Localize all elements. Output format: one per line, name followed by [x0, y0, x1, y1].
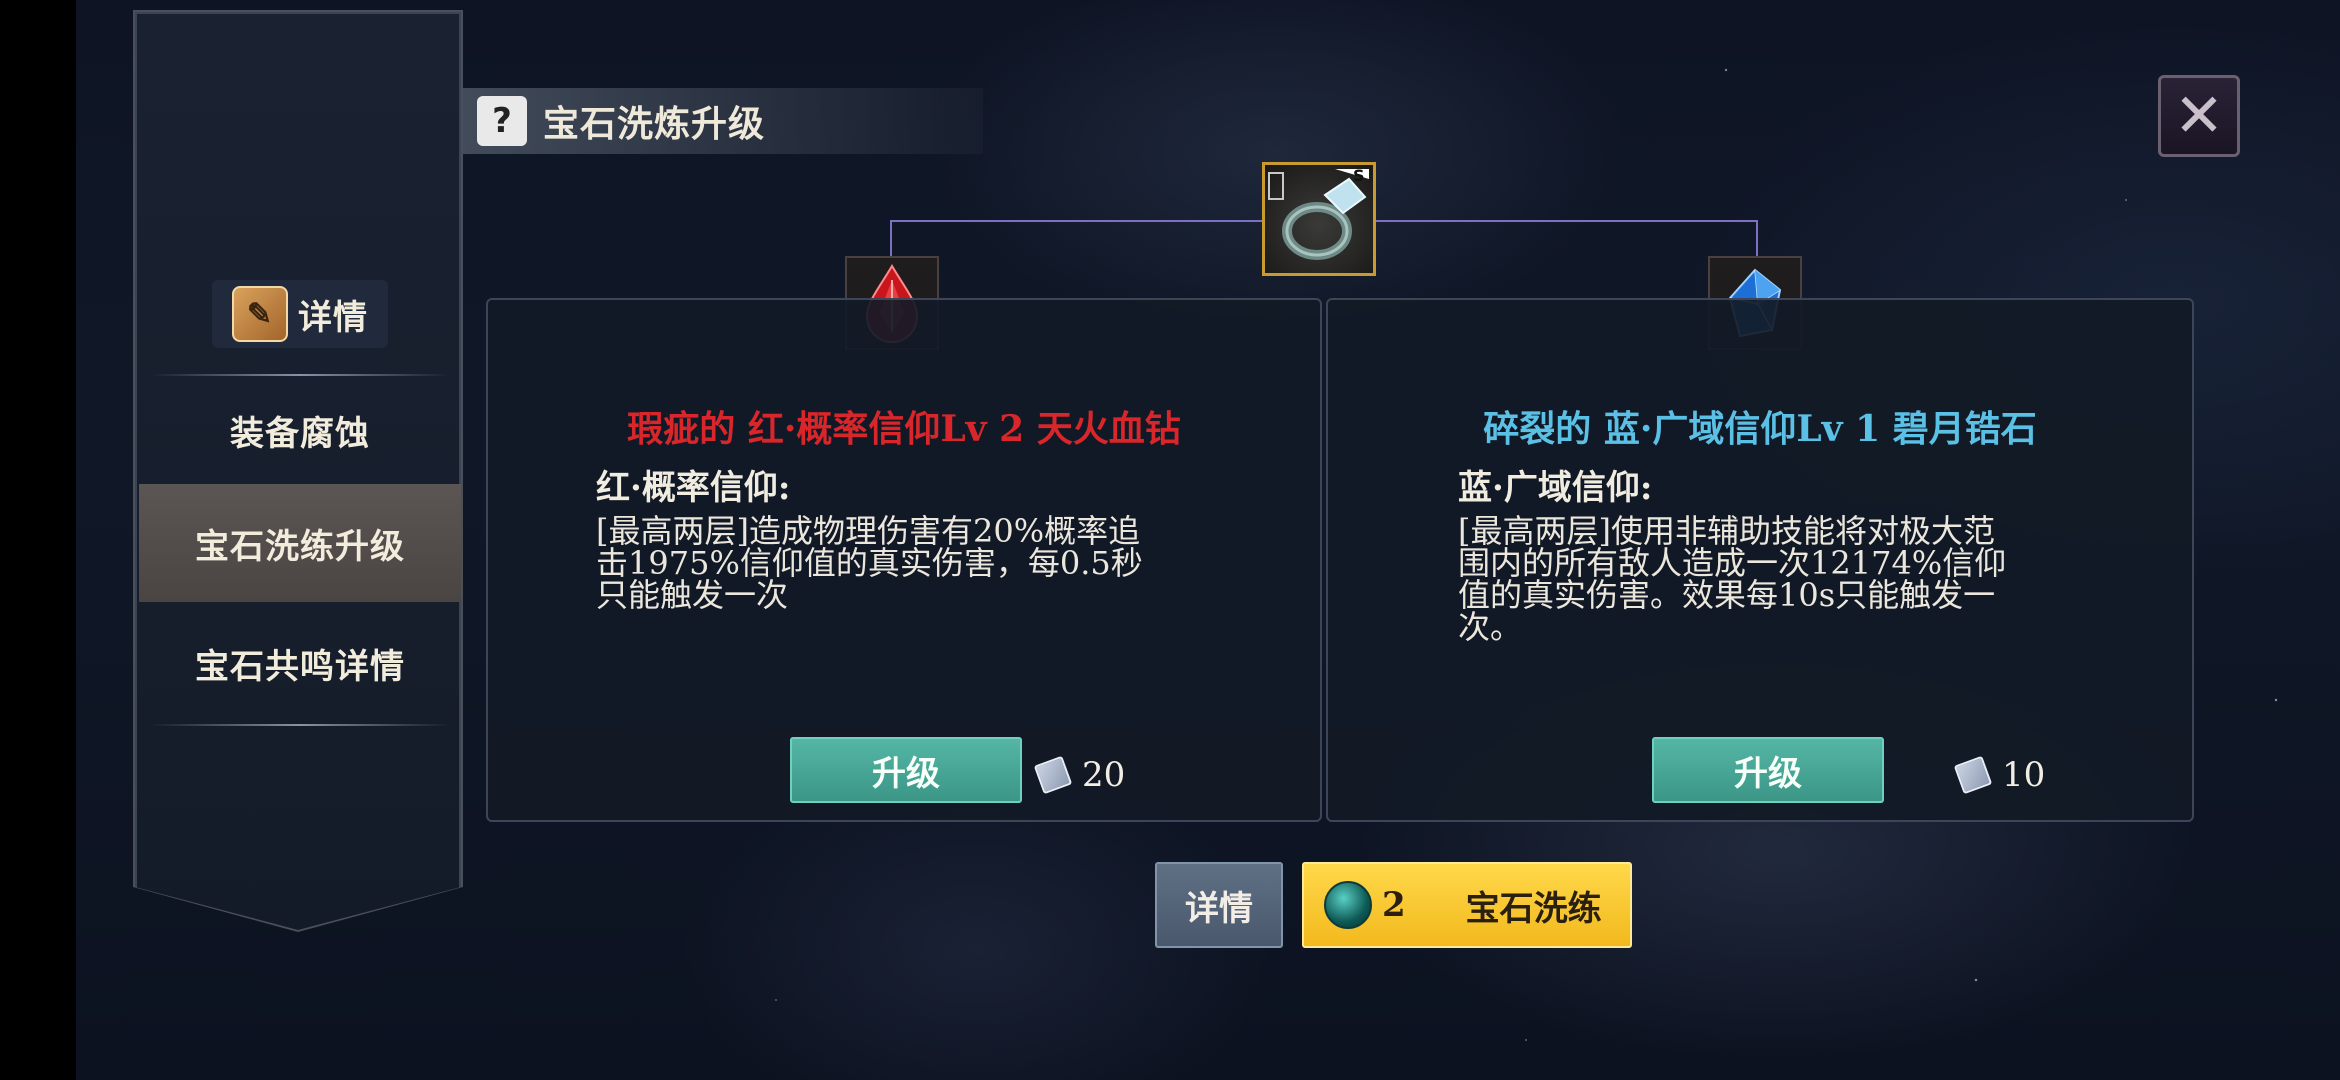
- gem-card-blue: 碎裂的 蓝·广域信仰Lv 1 碧月锆石 蓝·广域信仰: [最高两层]使用非辅助技…: [1326, 298, 2194, 822]
- sidebar-item-equipment-corrosion[interactable]: 装备腐蚀: [139, 371, 461, 489]
- sidebar-item-gem-refine-upgrade[interactable]: 宝石洗练升级: [139, 484, 461, 602]
- upgrade-button[interactable]: 升级: [1652, 737, 1884, 803]
- gem-title: 瑕疵的 红·概率信仰Lv 2 天火血钻: [627, 408, 1181, 450]
- gem-effect-desc: [最高两层]使用非辅助技能将对极大范 围内的所有敌人造成一次12174%信仰 值…: [1458, 512, 2007, 646]
- sidebar-item-details[interactable]: ✎ 详情: [139, 259, 461, 369]
- refine-count: 2: [1382, 885, 1406, 925]
- close-button[interactable]: ✕: [2158, 75, 2240, 157]
- page-header: ? 宝石洗炼升级: [463, 88, 983, 154]
- refine-scroll-icon: [1953, 755, 1993, 795]
- refine-scroll-icon: [1033, 755, 1073, 795]
- question-icon[interactable]: ?: [477, 96, 527, 146]
- grade-label: S: [1353, 166, 1365, 185]
- teal-gem-icon: [1324, 881, 1372, 929]
- upgrade-cost: 10: [1953, 755, 2045, 795]
- details-button[interactable]: 详情: [1155, 862, 1283, 948]
- page-title: 宝石洗炼升级: [543, 103, 766, 145]
- gem-effect-desc: [最高两层]造成物理伤害有20%概率追 击1975%信仰值的真实伤害，每0.5秒…: [596, 512, 1143, 614]
- sidebar: ✎ 详情 装备腐蚀 宝石洗练升级 宝石共鸣详情: [135, 12, 461, 930]
- gem-title: 碎裂的 蓝·广域信仰Lv 1 碧月锆石: [1483, 408, 2037, 450]
- upgrade-cost: 20: [1033, 755, 1125, 795]
- upgrade-button[interactable]: 升级: [790, 737, 1022, 803]
- sidebar-item-gem-resonance[interactable]: 宝石共鸣详情: [139, 604, 461, 722]
- gem-card-red: 瑕疵的 红·概率信仰Lv 2 天火血钻 红·概率信仰: [最高两层]造成物理伤害…: [486, 298, 1322, 822]
- ring-icon[interactable]: S: [1262, 162, 1376, 276]
- gem-effect-name: 蓝·广域信仰:: [1458, 468, 1653, 508]
- gem-refine-button[interactable]: 2 宝石洗练: [1302, 862, 1632, 948]
- scroll-quill-icon: ✎: [232, 286, 288, 342]
- gem-effect-name: 红·概率信仰:: [596, 468, 791, 508]
- refine-label: 宝石洗练: [1465, 888, 1602, 929]
- close-icon: ✕: [2173, 81, 2225, 151]
- screen-edge: [0, 0, 76, 1080]
